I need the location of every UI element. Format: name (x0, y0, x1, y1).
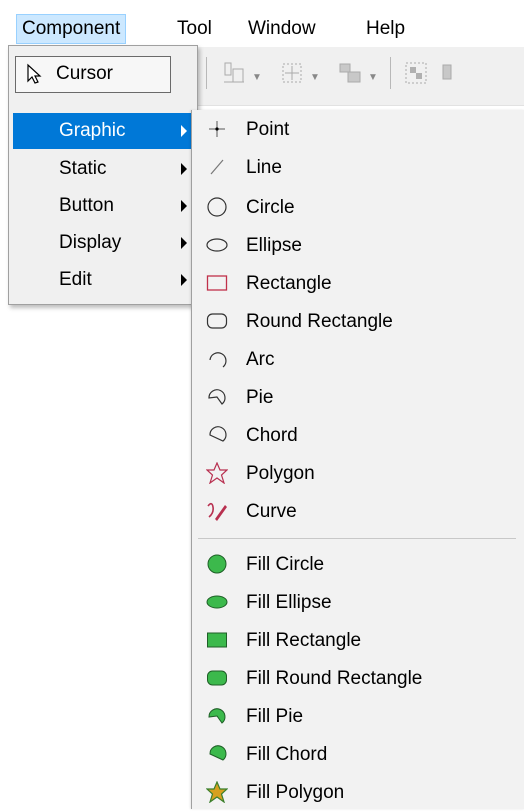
ungroup-icon[interactable] (442, 61, 454, 85)
center-icon[interactable] (280, 61, 304, 85)
toolbar-separator (390, 57, 391, 89)
fill-circle-icon (207, 554, 227, 574)
menu-item-label: Arc (246, 349, 275, 370)
menu-tool[interactable]: Tool (172, 15, 217, 43)
graphic-submenu: Point Line Circle Ellipse Rectangle Roun… (191, 110, 524, 809)
menu-item-fill-ellipse[interactable]: Fill Ellipse (192, 583, 524, 621)
menu-item-round-rectangle[interactable]: Round Rectangle (192, 302, 524, 340)
menu-item-label: Fill Ellipse (246, 592, 332, 613)
menubar: Component Tool Window Help (0, 0, 524, 47)
menu-item-fill-round-rectangle[interactable]: Fill Round Rectangle (192, 659, 524, 697)
menu-item-label: Button (59, 195, 114, 216)
menu-item-label: Rectangle (246, 273, 332, 294)
menu-item-chord[interactable]: Chord (192, 416, 524, 454)
menu-help[interactable]: Help (361, 15, 410, 43)
menu-item-label: Polygon (246, 463, 315, 484)
dropdown-arrow-icon[interactable]: ▼ (310, 72, 320, 83)
menu-item-ellipse[interactable]: Ellipse (192, 226, 524, 264)
menu-item-label: Fill Chord (246, 744, 328, 765)
menu-item-fill-rectangle[interactable]: Fill Rectangle (192, 621, 524, 659)
cursor-button[interactable]: Cursor (15, 56, 171, 93)
group-icon[interactable] (404, 61, 428, 85)
curve-icon (207, 502, 227, 521)
menu-item-label: Fill Polygon (246, 782, 345, 803)
menu-item-curve[interactable]: Curve (192, 492, 524, 530)
fill-chord-icon (209, 745, 227, 761)
menu-item-line[interactable]: Line (192, 148, 524, 186)
menu-window[interactable]: Window (243, 15, 321, 43)
polygon-icon (206, 462, 228, 484)
dropdown-arrow-icon[interactable]: ▼ (368, 72, 378, 83)
fill-rectangle-icon (207, 632, 227, 648)
submenu-arrow-icon (181, 237, 187, 249)
menu-item-fill-circle[interactable]: Fill Circle (192, 545, 524, 583)
menu-item-label: Pie (246, 387, 274, 408)
menu-item-label: Fill Round Rectangle (246, 668, 423, 689)
submenu-arrow-icon (181, 125, 187, 137)
menu-item-point[interactable]: Point (192, 110, 524, 148)
menu-item-rectangle[interactable]: Rectangle (192, 264, 524, 302)
toolbar: ▼ ▼ ▼ (196, 47, 524, 106)
menu-item-polygon[interactable]: Polygon (192, 454, 524, 492)
menu-item-label: Fill Rectangle (246, 630, 362, 651)
fill-polygon-icon (206, 781, 228, 803)
component-menu: Cursor Graphic Static Button Display Edi… (8, 45, 198, 305)
cursor-icon (27, 63, 42, 84)
menu-item-arc[interactable]: Arc (192, 340, 524, 378)
menu-item-fill-pie[interactable]: Fill Pie (192, 697, 524, 735)
menu-item-circle[interactable]: Circle (192, 188, 524, 226)
menu-item-label: Curve (246, 501, 297, 522)
menu-item-label: Fill Pie (246, 706, 304, 727)
ellipse-icon (206, 238, 228, 252)
fill-round-rectangle-icon (207, 670, 227, 686)
submenu-arrow-icon (181, 274, 187, 286)
menu-item-label: Round Rectangle (246, 311, 393, 332)
menu-item-display[interactable]: Display (13, 225, 193, 261)
point-icon (209, 121, 225, 137)
menu-item-button[interactable]: Button (13, 188, 193, 224)
size-icon[interactable] (338, 61, 362, 85)
menu-item-label: Line (246, 157, 282, 178)
line-icon (210, 159, 224, 175)
menu-item-fill-chord[interactable]: Fill Chord (192, 735, 524, 773)
arc-icon (209, 352, 227, 368)
menu-item-label: Edit (59, 269, 92, 290)
menu-item-label: Fill Circle (246, 554, 325, 575)
menu-item-label: Graphic (59, 120, 126, 141)
menu-item-label: Circle (246, 197, 295, 218)
pie-icon (208, 389, 226, 405)
menu-item-pie[interactable]: Pie (192, 378, 524, 416)
dropdown-arrow-icon[interactable]: ▼ (252, 72, 262, 83)
submenu-arrow-icon (181, 200, 187, 212)
fill-pie-icon (208, 708, 226, 724)
cursor-label: Cursor (56, 63, 114, 84)
menu-item-label: Chord (246, 425, 298, 446)
menu-item-label: Ellipse (246, 235, 302, 256)
circle-icon (207, 197, 227, 217)
chord-icon (209, 426, 227, 442)
menu-item-graphic[interactable]: Graphic (13, 113, 193, 149)
menu-item-label: Display (59, 232, 122, 253)
fill-ellipse-icon (206, 595, 228, 609)
rectangle-icon (206, 275, 228, 291)
menu-separator (198, 538, 516, 539)
menu-item-label: Static (59, 158, 107, 179)
menu-item-label: Point (246, 119, 290, 140)
toolbar-separator (206, 57, 207, 89)
submenu-arrow-icon (181, 163, 187, 175)
menu-component[interactable]: Component (15, 14, 127, 44)
menu-item-static[interactable]: Static (13, 151, 193, 187)
menu-item-fill-polygon[interactable]: Fill Polygon (192, 773, 524, 811)
round-rectangle-icon (206, 313, 228, 329)
menu-item-edit[interactable]: Edit (13, 262, 193, 298)
align-icon[interactable] (222, 61, 246, 85)
